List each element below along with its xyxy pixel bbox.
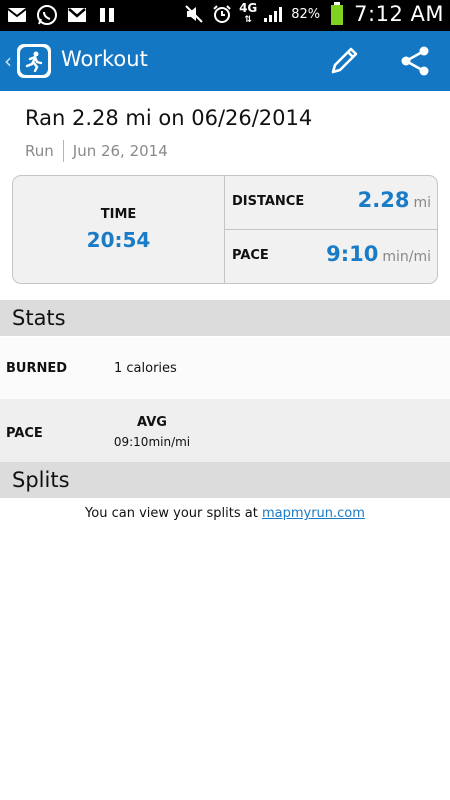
stats-section-header: Stats — [0, 300, 450, 336]
mapmyrun-link[interactable]: mapmyrun.com — [262, 506, 365, 521]
splits-heading: Splits — [12, 468, 70, 492]
stats-heading: Stats — [12, 306, 66, 330]
burned-row: BURNED 1 calories — [0, 337, 450, 399]
pause-icon — [96, 4, 118, 26]
avg-label: AVG — [137, 415, 167, 430]
edit-pencil-icon[interactable] — [327, 44, 361, 78]
splits-text: You can view your splits at — [85, 506, 258, 521]
alarm-icon — [211, 3, 233, 25]
distance-label: DISTANCE — [232, 194, 305, 209]
action-bar: ‹ Workout — [0, 31, 450, 91]
app-logo-icon[interactable] — [17, 44, 51, 78]
workout-meta: Run Jun 26, 2014 — [25, 140, 168, 162]
burned-label: BURNED — [6, 361, 68, 376]
page-title: Workout — [61, 47, 148, 71]
pace-cell: PACE 9:10 min/mi — [225, 230, 437, 283]
time-cell: TIME 20:54 — [13, 176, 225, 283]
pace-label: PACE — [232, 248, 269, 263]
gmail-icon — [66, 4, 88, 26]
pace-unit: min/mi — [382, 249, 431, 265]
workout-title: Ran 2.28 mi on 06/26/2014 — [25, 106, 313, 130]
mail-icon — [6, 4, 28, 26]
pace-row: PACE AVG 09:10min/mi — [0, 399, 450, 462]
notification-icons — [6, 4, 118, 26]
network-4g-icon: 4G ⇅ — [239, 1, 258, 25]
distance-value: 2.28 — [357, 188, 410, 212]
clock: 7:12 AM — [354, 2, 444, 26]
workout-date: Jun 26, 2014 — [72, 142, 168, 160]
status-bar: 4G ⇅ 82% 7:12 AM — [0, 0, 450, 31]
back-chevron-icon[interactable]: ‹ — [4, 49, 12, 73]
activity-type: Run — [25, 142, 54, 160]
stats-pace-label: PACE — [6, 426, 43, 441]
battery-icon — [326, 2, 348, 25]
splits-message: You can view your splits at mapmyrun.com — [0, 506, 450, 521]
meta-divider — [62, 140, 64, 162]
distance-cell: DISTANCE 2.28 mi — [225, 176, 437, 230]
whatsapp-icon — [36, 4, 58, 26]
battery-percent: 82% — [291, 6, 321, 22]
avg-pace-value: 09:10min/mi — [113, 435, 191, 449]
burned-value: 1 calories — [114, 361, 177, 376]
summary-card: TIME 20:54 DISTANCE 2.28 mi PACE 9:10 mi… — [12, 175, 438, 284]
distance-unit: mi — [413, 195, 431, 211]
pace-value: 9:10 — [326, 242, 379, 266]
signal-icon — [263, 3, 285, 25]
share-icon[interactable] — [398, 44, 432, 78]
splits-section-header: Splits — [0, 462, 450, 498]
time-value: 20:54 — [86, 228, 151, 252]
mute-icon — [183, 3, 205, 25]
system-icons: 4G ⇅ 82% 7:12 AM — [183, 2, 444, 26]
time-label: TIME — [100, 207, 137, 222]
